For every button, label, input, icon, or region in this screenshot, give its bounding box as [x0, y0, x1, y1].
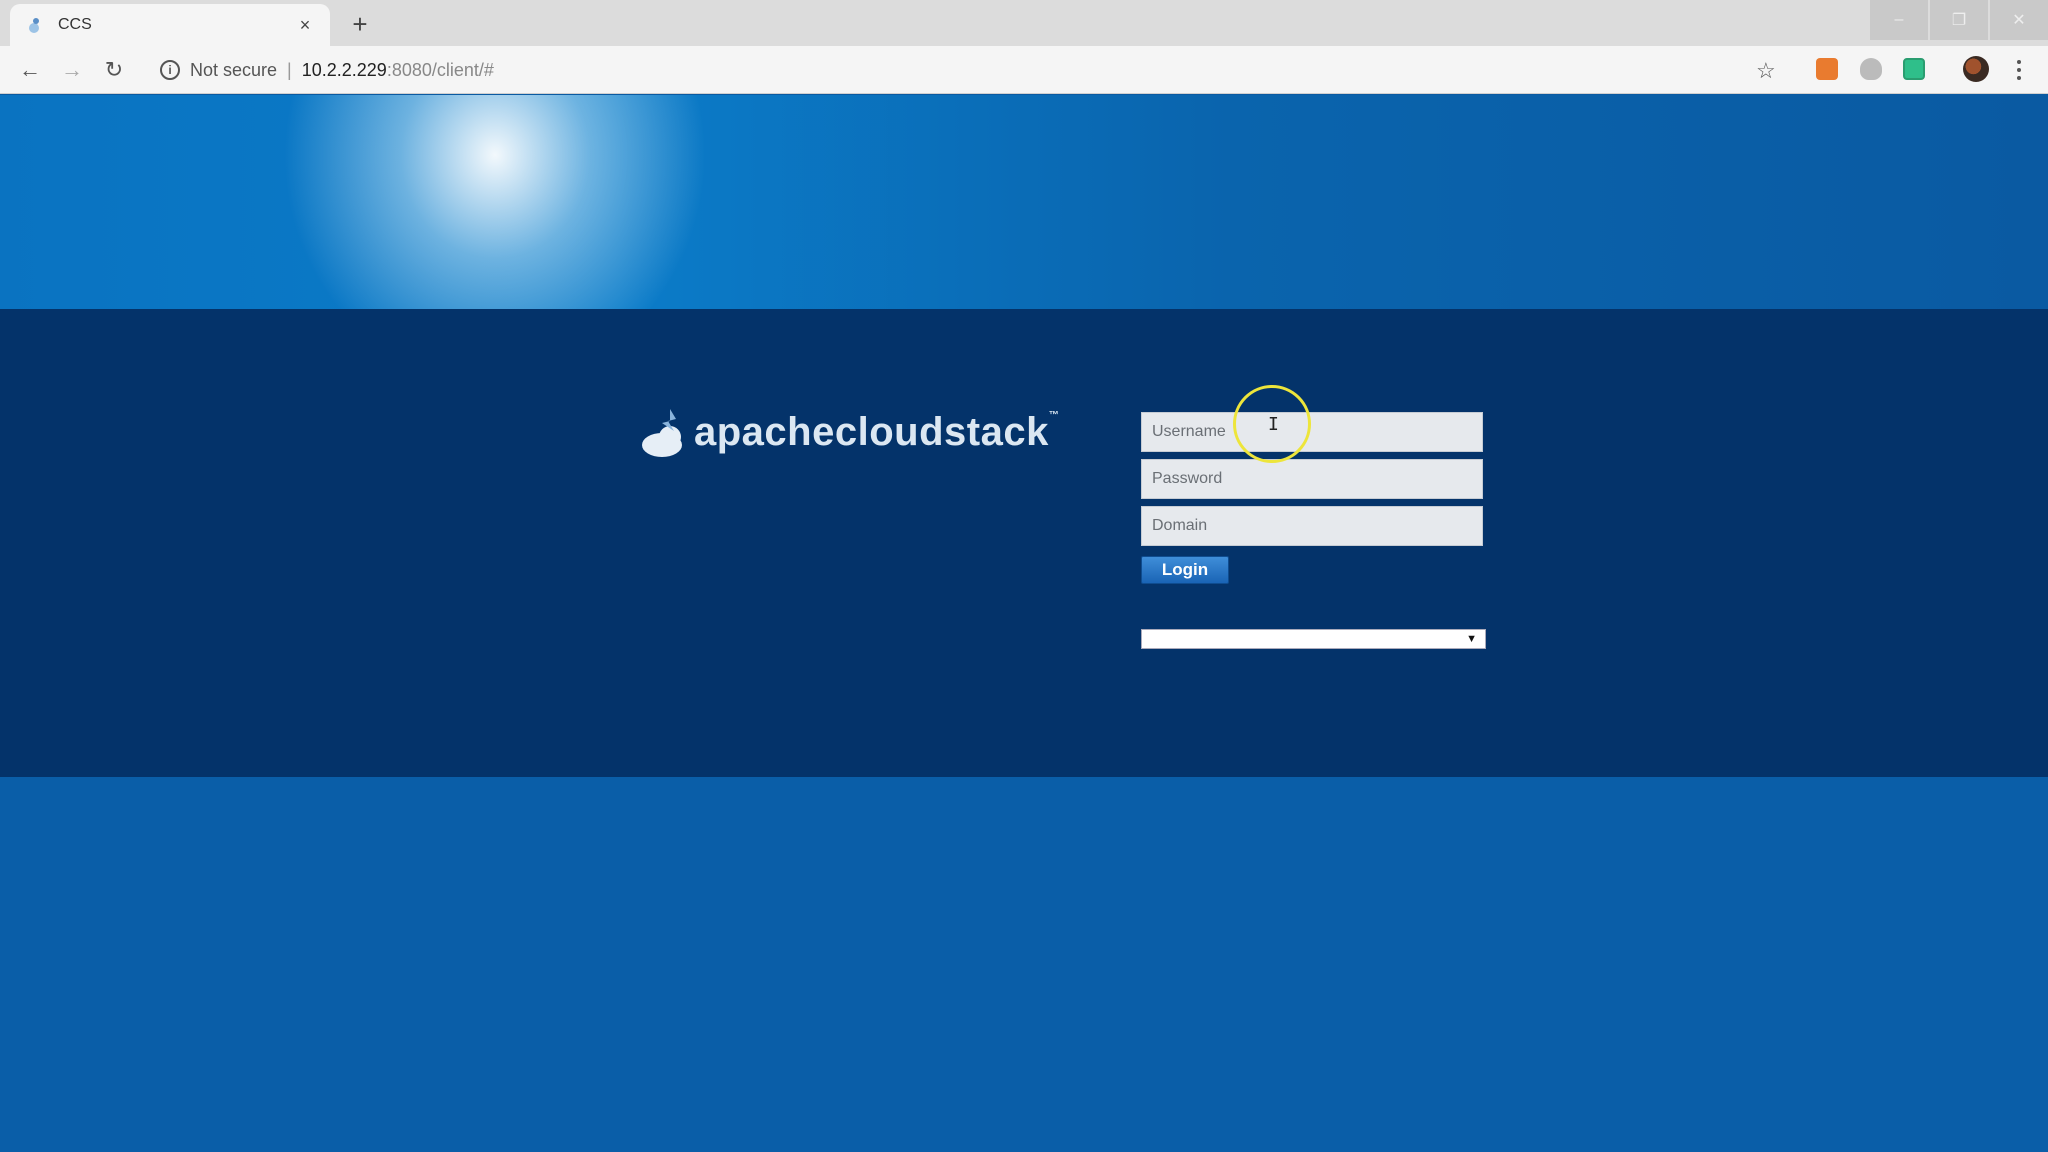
reload-button[interactable]: ↻ — [98, 54, 130, 86]
language-select[interactable]: ▼ — [1141, 629, 1486, 649]
login-button[interactable]: Login — [1141, 556, 1229, 584]
minimize-button[interactable]: – — [1870, 0, 1928, 40]
username-input[interactable] — [1141, 412, 1483, 452]
header-background — [0, 95, 2048, 309]
forward-button[interactable]: → — [56, 54, 88, 86]
url-path: :8080/client/# — [386, 59, 494, 80]
back-button[interactable]: ← — [14, 54, 46, 86]
url-host: 10.2.2.229 — [301, 59, 387, 80]
restore-button[interactable]: ❐ — [1930, 0, 1988, 40]
address-separator: | — [287, 59, 292, 80]
cloudstack-favicon-icon — [24, 15, 44, 35]
apache-cloudstack-logo: apachecloudstack™ — [640, 405, 1059, 459]
address-bar[interactable]: i Not secure | 10.2.2.229:8080/client/# — [148, 52, 1788, 88]
info-icon[interactable]: i — [160, 60, 180, 80]
star-icon[interactable]: ☆ — [1756, 58, 1776, 84]
shield-extension-icon[interactable] — [1860, 58, 1882, 80]
green-extension-icon[interactable] — [1903, 58, 1925, 80]
password-input[interactable] — [1141, 459, 1483, 499]
cloud-logo-icon — [642, 409, 682, 457]
close-window-button[interactable]: ✕ — [1990, 0, 2048, 40]
logo-text: apachecloudstack™ — [694, 409, 1060, 454]
domain-input[interactable] — [1141, 506, 1483, 546]
footer-background — [0, 777, 2048, 1152]
window-controls: – ❐ ✕ — [1868, 0, 2048, 40]
login-band — [0, 309, 2048, 777]
office-extension-icon[interactable] — [1816, 58, 1838, 80]
avatar-icon[interactable] — [1963, 56, 1989, 82]
browser-tab[interactable]: CCS × — [10, 4, 330, 46]
tab-close-icon[interactable]: × — [294, 15, 316, 36]
kebab-menu-icon[interactable] — [2010, 56, 2028, 84]
chevron-down-icon: ▼ — [1466, 633, 1477, 645]
security-label: Not secure — [190, 59, 278, 80]
new-tab-button[interactable]: + — [344, 8, 376, 40]
tab-strip: CCS × + – ❐ ✕ — [0, 0, 2048, 46]
tab-title: CCS — [58, 16, 92, 33]
browser-toolbar: ← → ↻ i Not secure | 10.2.2.229:8080/cli… — [0, 46, 2048, 94]
